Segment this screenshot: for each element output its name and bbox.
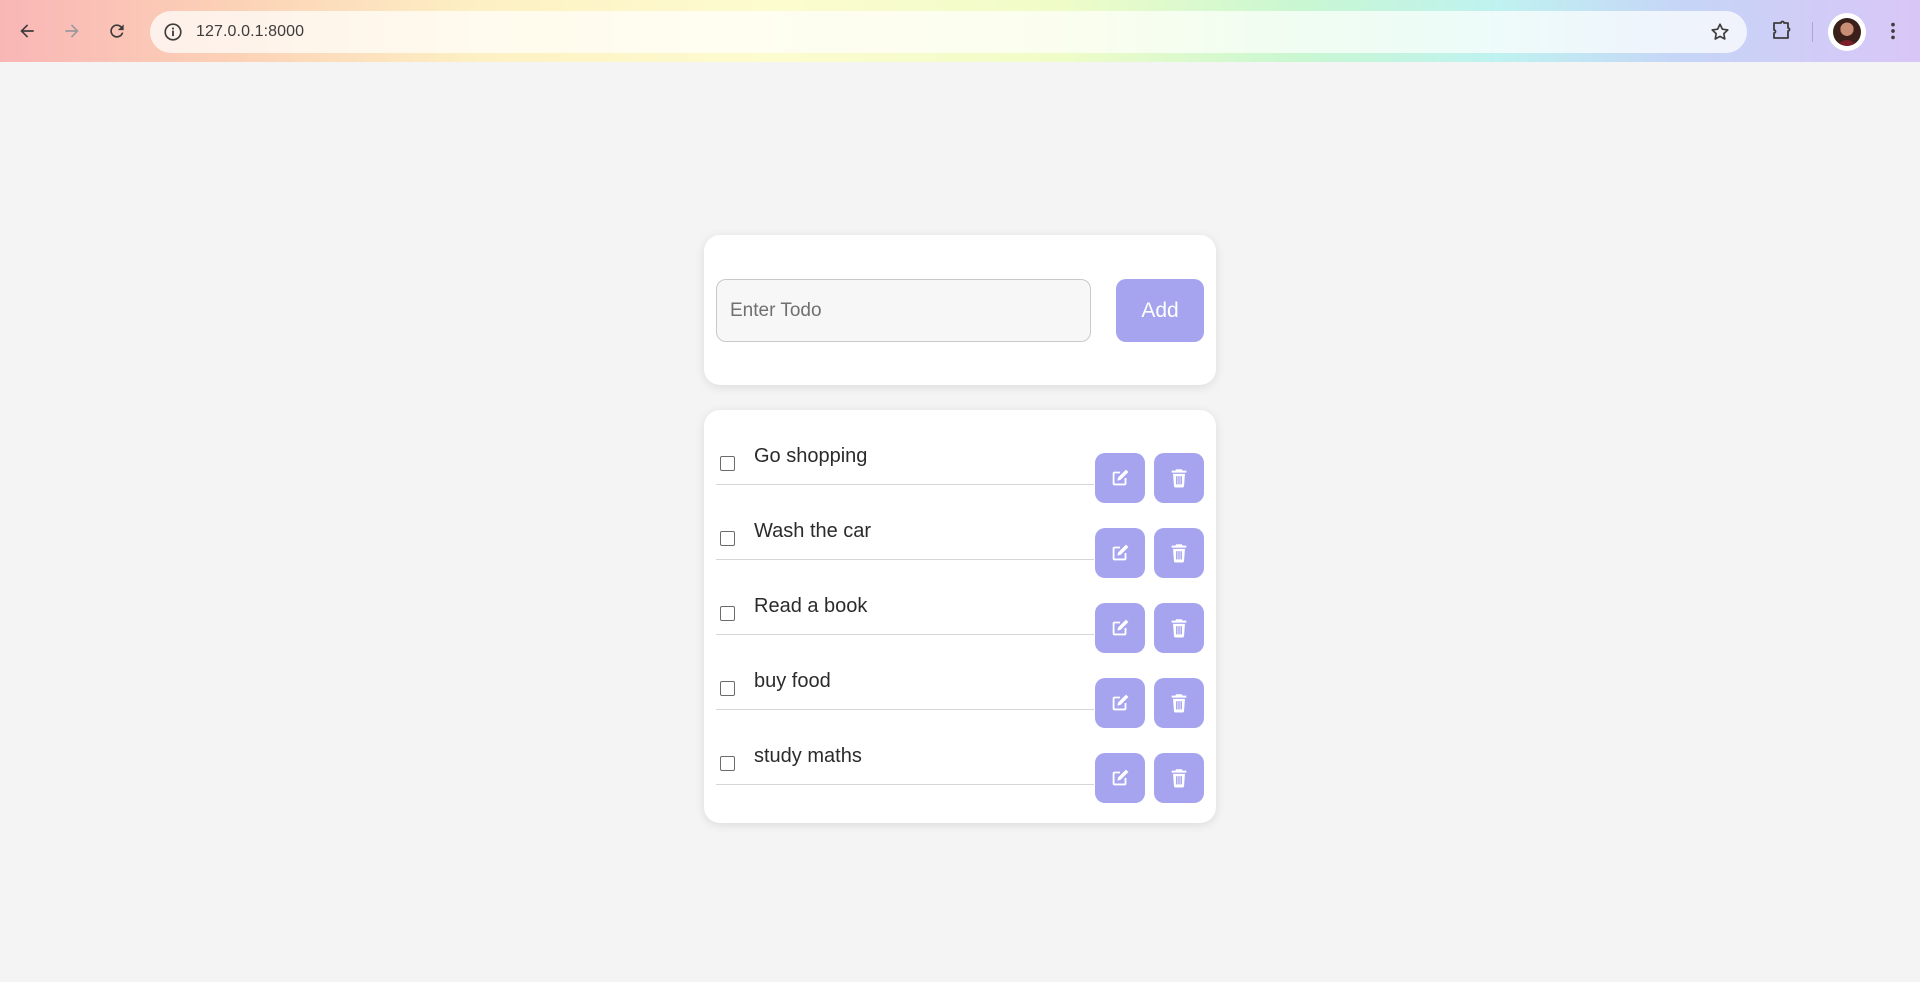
browser-toolbar: 127.0.0.1:8000 xyxy=(0,0,1920,62)
todo-input[interactable] xyxy=(716,279,1091,342)
todo-text: Read a book xyxy=(754,595,868,617)
todo-item: Wash the car xyxy=(716,485,1204,578)
profile-avatar[interactable] xyxy=(1828,13,1866,51)
bookmark-star-icon[interactable] xyxy=(1709,21,1731,43)
forward-button[interactable] xyxy=(55,14,89,48)
url-text[interactable]: 127.0.0.1:8000 xyxy=(196,23,304,41)
todo-list: Go shopping Wash the car Read a book buy… xyxy=(704,410,1216,823)
site-info-icon[interactable] xyxy=(162,21,184,43)
todo-text: Wash the car xyxy=(754,520,872,542)
add-button[interactable]: Add xyxy=(1116,279,1204,342)
delete-button[interactable] xyxy=(1154,753,1204,803)
edit-button[interactable] xyxy=(1095,753,1145,803)
todo-text: buy food xyxy=(754,670,831,692)
add-todo-card: Add xyxy=(704,235,1216,385)
extensions-puzzle-icon[interactable] xyxy=(1769,19,1793,43)
back-arrow-icon xyxy=(20,24,34,38)
todo-checkbox[interactable] xyxy=(720,756,735,771)
avatar-image xyxy=(1833,18,1861,46)
toolbar-divider xyxy=(1812,22,1813,42)
todo-checkbox[interactable] xyxy=(720,456,735,471)
todo-text: Go shopping xyxy=(754,445,868,467)
todo-checkbox[interactable] xyxy=(720,606,735,621)
edit-icon xyxy=(1112,769,1129,786)
todo-checkbox[interactable] xyxy=(720,681,735,696)
reload-icon xyxy=(110,24,124,38)
row-divider xyxy=(716,784,1094,785)
todo-item: Read a book xyxy=(716,560,1204,653)
todo-item: buy food xyxy=(716,635,1204,728)
back-button[interactable] xyxy=(10,14,44,48)
reload-button[interactable] xyxy=(100,14,134,48)
address-bar[interactable]: 127.0.0.1:8000 xyxy=(150,11,1747,53)
todo-checkbox[interactable] xyxy=(720,531,735,546)
todo-item: Go shopping xyxy=(716,410,1204,503)
forward-arrow-icon xyxy=(65,24,79,38)
todo-item: study maths xyxy=(716,710,1204,803)
todo-text: study maths xyxy=(754,745,862,767)
more-menu-icon[interactable] xyxy=(1882,20,1904,42)
trash-icon xyxy=(1171,769,1187,788)
